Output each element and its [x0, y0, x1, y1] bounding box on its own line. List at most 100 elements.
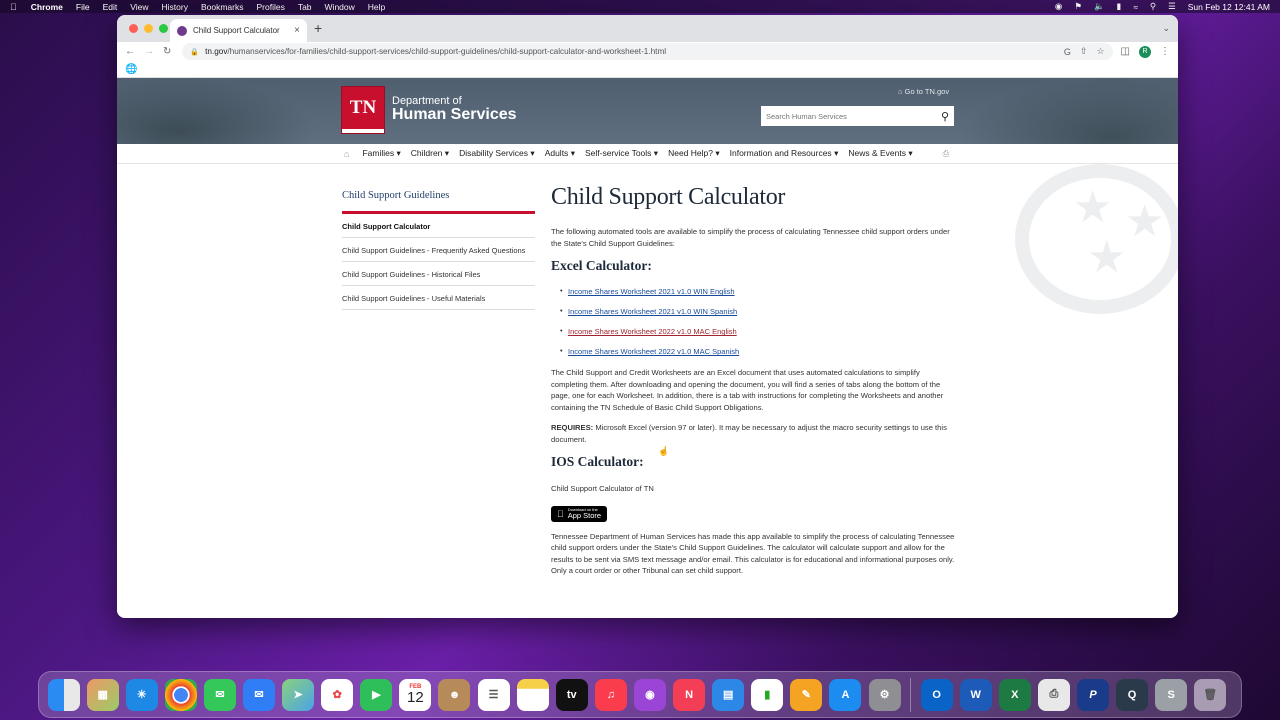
control-center-icon[interactable]: ☰	[1168, 1, 1176, 12]
pages-alt-icon[interactable]: P	[1076, 678, 1109, 711]
search-input[interactable]	[766, 111, 941, 121]
google-lens-icon[interactable]: G	[1064, 47, 1071, 57]
apple-tv-icon[interactable]: tv	[555, 678, 588, 711]
worksheet-link-mac-spanish[interactable]: Income Shares Worksheet 2022 v1.0 MAC Sp…	[568, 347, 739, 356]
pages-icon[interactable]: ✎	[790, 678, 823, 711]
share-icon[interactable]: ⇧	[1080, 46, 1088, 57]
menu-app-name[interactable]: Chrome	[31, 2, 63, 12]
back-icon[interactable]: ←	[125, 46, 135, 57]
nav-children[interactable]: Children ▾	[411, 148, 449, 159]
wifi-icon[interactable]: ≈	[1133, 2, 1138, 12]
keynote-icon[interactable]: ▤	[712, 678, 745, 711]
quicktime-icon[interactable]: Q	[1116, 678, 1149, 711]
reminders-icon[interactable]: ☰	[477, 678, 510, 711]
volume-icon[interactable]: 🔈	[1094, 1, 1105, 12]
site-logo[interactable]: TN Department of Human Services	[342, 87, 517, 133]
facetime-icon[interactable]: ▶	[360, 678, 393, 711]
photos-icon[interactable]: ✿	[321, 678, 354, 711]
apple-menu-icon[interactable]: 	[10, 2, 17, 12]
menu-help[interactable]: Help	[368, 2, 385, 12]
news-icon[interactable]: N	[673, 678, 706, 711]
tab-search-icon[interactable]: ⌄	[1162, 23, 1170, 34]
sidebar-item-historical-files[interactable]: Child Support Guidelines - Historical Fi…	[342, 262, 535, 286]
minimize-window-button[interactable]	[144, 24, 153, 33]
home-nav-icon[interactable]: ⌂	[344, 149, 349, 159]
worksheet-link-mac-english[interactable]: Income Shares Worksheet 2022 v1.0 MAC En…	[568, 327, 737, 336]
menu-file[interactable]: File	[76, 2, 90, 12]
podcasts-icon[interactable]: ◉	[633, 678, 666, 711]
profile-avatar[interactable]: R	[1139, 45, 1151, 58]
lock-icon[interactable]: 🔒	[190, 48, 199, 56]
record-icon[interactable]: ◉	[1055, 1, 1062, 12]
contacts-icon[interactable]: ☻	[438, 678, 471, 711]
new-tab-icon[interactable]: +	[314, 20, 322, 36]
tn-tristar-watermark: ★ ★ ★	[1015, 164, 1178, 314]
system-preferences-icon[interactable]: ⚙	[868, 678, 901, 711]
print-icon[interactable]: ⎙	[943, 149, 949, 159]
close-window-button[interactable]	[129, 24, 138, 33]
chrome-menu-icon[interactable]: ⋮	[1160, 46, 1170, 57]
battery-icon[interactable]: ▮	[1117, 1, 1122, 12]
close-tab-icon[interactable]: ×	[294, 25, 300, 36]
safari-icon[interactable]: ✳	[125, 678, 158, 711]
finder-icon[interactable]	[47, 678, 80, 711]
nav-news-events[interactable]: News & Events ▾	[848, 148, 912, 159]
menubar-clock[interactable]: Sun Feb 12 12:41 AM	[1188, 2, 1270, 12]
flag-icon[interactable]: ⚑	[1074, 1, 1082, 12]
sidebar-item-faq[interactable]: Child Support Guidelines - Frequently As…	[342, 238, 535, 262]
spotlight-icon[interactable]: ⚲	[1150, 1, 1156, 12]
app-store-icon[interactable]: A	[829, 678, 862, 711]
menu-window[interactable]: Window	[325, 2, 355, 12]
messages-icon[interactable]: ✉	[203, 678, 236, 711]
outlook-icon[interactable]: O	[920, 678, 953, 711]
menu-tab[interactable]: Tab	[298, 2, 312, 12]
menu-history[interactable]: History	[162, 2, 188, 12]
launchpad-icon[interactable]: ▦	[86, 678, 119, 711]
goto-tn-link[interactable]: ⌂ Go to TN.gov	[898, 87, 949, 96]
chrome-icon[interactable]	[164, 678, 197, 711]
search-icon[interactable]: ⚲	[941, 110, 949, 123]
browser-toolbar: ← → ↻ 🔒 tn.gov/humanservices/for-familie…	[117, 42, 1178, 61]
notes-icon[interactable]	[516, 678, 549, 711]
word-icon[interactable]: W	[959, 678, 992, 711]
sidebar-item-useful-materials[interactable]: Child Support Guidelines - Useful Materi…	[342, 286, 535, 310]
s-app-icon[interactable]: S	[1155, 678, 1188, 711]
reload-icon[interactable]: ↻	[163, 46, 171, 57]
caret-down-icon: ▾	[908, 148, 913, 158]
sidebar-item-calculator[interactable]: Child Support Calculator	[342, 214, 535, 238]
nav-information-resources[interactable]: Information and Resources ▾	[730, 148, 839, 159]
nav-disability-services[interactable]: Disability Services ▾	[459, 148, 535, 159]
worksheet-link-win-spanish[interactable]: Income Shares Worksheet 2021 v1.0 WIN Sp…	[568, 307, 737, 316]
app-store-badge[interactable]:  Download on the App Store	[551, 505, 608, 522]
site-header: TN Department of Human Services ⌂ Go to …	[117, 78, 1178, 144]
zoom-window-button[interactable]	[159, 24, 168, 33]
browser-tab[interactable]: Child Support Calculator ×	[170, 19, 307, 42]
maps-icon[interactable]: ➤	[282, 678, 315, 711]
forward-icon[interactable]: →	[144, 46, 154, 57]
url-text[interactable]: tn.gov/humanservices/for-families/child-…	[205, 47, 1055, 56]
bookmark-star-icon[interactable]: ☆	[1096, 46, 1104, 57]
menu-profiles[interactable]: Profiles	[256, 2, 284, 12]
sidebar-title[interactable]: Child Support Guidelines	[342, 190, 535, 214]
caret-down-icon: ▾	[530, 148, 535, 158]
address-bar[interactable]: 🔒 tn.gov/humanservices/for-families/chil…	[182, 43, 1113, 60]
intro-paragraph: The following automated tools are availa…	[551, 227, 950, 248]
menu-bookmarks[interactable]: Bookmarks	[201, 2, 244, 12]
globe-bookmark-icon[interactable]: 🌐	[125, 64, 137, 75]
side-panel-icon[interactable]: ◫	[1121, 46, 1130, 57]
nav-info-label: Information and Resources	[729, 148, 832, 158]
mail-icon[interactable]: ✉	[243, 678, 276, 711]
worksheet-link-win-english[interactable]: Income Shares Worksheet 2021 v1.0 WIN En…	[568, 287, 735, 296]
nav-need-help[interactable]: Need Help? ▾	[668, 148, 720, 159]
trash-icon[interactable]: 🗑	[1194, 678, 1227, 711]
calendar-icon[interactable]: FEB 12	[399, 678, 432, 711]
numbers-icon[interactable]: ▮	[751, 678, 784, 711]
printer-icon[interactable]: ⎙	[1037, 678, 1070, 711]
nav-adults[interactable]: Adults ▾	[545, 148, 575, 159]
nav-families[interactable]: Families ▾	[362, 148, 400, 159]
nav-self-service-tools[interactable]: Self-service Tools ▾	[585, 148, 658, 159]
menu-view[interactable]: View	[130, 2, 148, 12]
music-icon[interactable]: ♫	[594, 678, 627, 711]
excel-icon[interactable]: X	[998, 678, 1031, 711]
menu-edit[interactable]: Edit	[103, 2, 118, 12]
